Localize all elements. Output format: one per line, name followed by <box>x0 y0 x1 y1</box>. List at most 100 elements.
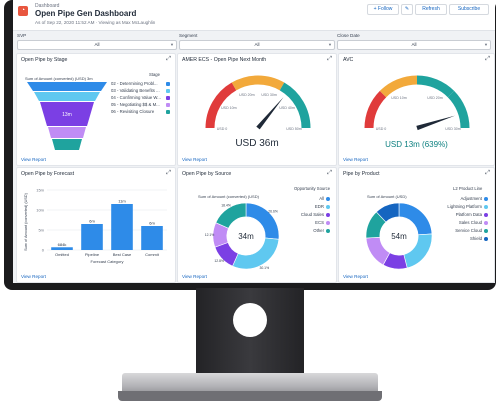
forecast-bar-chart: 0 5m 10m 15m Sum of Amount (converted) (USD)… <box>24 188 167 264</box>
view-report-link[interactable]: View Report <box>182 274 207 279</box>
funnel-segment-05[interactable] <box>48 127 86 138</box>
expand-icon[interactable]: ⤢ <box>327 170 332 177</box>
gauge-tick-label: USD 0 <box>376 127 387 131</box>
funnel-center-label: 13m <box>62 112 72 118</box>
legend-swatch <box>166 103 170 107</box>
funnel-chart: 13m <box>27 82 107 150</box>
legend-title: L2 Product Line <box>453 186 483 191</box>
card-pipe-by-product: Pipe by Product ⤢ Sum of Amount (USD) 54… <box>338 167 495 283</box>
bar[interactable] <box>111 204 133 250</box>
legend-swatch <box>484 197 488 201</box>
page-title: Open Pipe Gen Dashboard <box>35 9 137 18</box>
filter-select-svp[interactable]: All ▼ <box>17 40 177 50</box>
legend-item-label: Service Cloud <box>455 228 482 233</box>
expand-icon[interactable]: ⤢ <box>166 170 171 177</box>
gauge-tick-label: USD 0 <box>217 127 228 131</box>
gauge-arc-segment <box>447 90 470 129</box>
expand-icon[interactable]: ⤢ <box>485 56 490 63</box>
follow-button[interactable]: + Follow <box>367 4 399 15</box>
dashboard-screen: ◔ Dashboard Open Pipe Gen Dashboard As o… <box>13 0 495 283</box>
legend-swatch <box>326 221 330 225</box>
card-avc-gauge: AVC ⤢ USD 0 USD 10m USD 20m USD 30m USD 13m… <box>338 53 495 166</box>
y-axis-label: Sum of Amount (converted) (USD) <box>24 192 28 251</box>
gauge-arc-segment <box>379 75 418 98</box>
donut-slice[interactable] <box>232 237 280 270</box>
subscribe-button[interactable]: Subscribe <box>449 4 489 15</box>
gauge-tick-label: USD 20m <box>239 93 255 97</box>
funnel-segment-02[interactable] <box>27 82 107 91</box>
monitor-bezel: ◔ Dashboard Open Pipe Gen Dashboard As o… <box>4 0 496 290</box>
slice-data-label: 26.6% <box>268 210 278 214</box>
x-tick-label: Pipeline <box>85 252 100 257</box>
card-title: Pipe by Product <box>343 171 380 177</box>
slice-data-label: 12.8% <box>214 259 224 263</box>
card-open-pipe-by-stage: Open Pipe by Stage ⤢ Sum of Amount (conv… <box>16 53 176 166</box>
donut-slice[interactable] <box>403 233 433 269</box>
bar[interactable] <box>51 247 73 250</box>
view-report-link[interactable]: View Report <box>21 157 46 162</box>
expand-icon[interactable]: ⤢ <box>166 56 171 63</box>
legend-title: Opportunity Source <box>294 186 331 191</box>
dashboard-header: ◔ Dashboard Open Pipe Gen Dashboard As o… <box>13 0 495 31</box>
chevron-down-icon: ▼ <box>328 42 332 47</box>
expand-icon[interactable]: ⤢ <box>485 170 490 177</box>
y-tick-label: 0 <box>42 248 45 253</box>
donut-slice[interactable] <box>398 202 433 236</box>
avc-gauge-value: USD 13m (639%) <box>385 140 448 149</box>
filter-select-segment[interactable]: All ▼ <box>179 40 335 50</box>
legend-item-label: All <box>319 196 324 201</box>
monitor-stand-cable-hole <box>233 303 267 337</box>
header-meta: As of Sep 22, 2020 11:52 AM · Viewing as… <box>35 20 156 25</box>
gauge-tick-label: USD 20m <box>427 96 443 100</box>
bar[interactable] <box>141 226 163 250</box>
slice-data-label: 18.4% <box>221 204 231 208</box>
view-report-link[interactable]: View Report <box>343 157 368 162</box>
legend-item-label: 02 - Determining Probl... <box>111 81 158 86</box>
gauge-tick-label: USD 30m <box>261 93 277 97</box>
gauge-tick-label: USD 40m <box>279 106 295 110</box>
legend-item-label: Other <box>313 228 324 233</box>
legend-swatch <box>484 237 488 241</box>
filter-value-close-date: All <box>411 42 417 47</box>
legend-item-label: 05 - Negotiating $$ & M... <box>111 102 160 107</box>
x-tick-label: Best Case <box>113 252 132 257</box>
legend-swatch <box>484 221 488 225</box>
dashboard-app-icon: ◔ <box>18 6 28 16</box>
bar[interactable] <box>81 224 103 250</box>
view-report-link[interactable]: View Report <box>182 157 207 162</box>
view-report-link[interactable]: View Report <box>343 274 368 279</box>
legend-item-label: Platform Data <box>455 212 482 217</box>
legend-swatch <box>166 96 170 100</box>
slice-data-label: 30.1% <box>259 266 269 270</box>
chevron-down-icon: ▼ <box>170 42 174 47</box>
legend-item-label: Adjustment <box>460 196 483 201</box>
x-tick-label: Omitted <box>55 252 69 257</box>
gauge-arc-segment <box>416 75 455 98</box>
legend-item-label: ECS <box>315 220 324 225</box>
card-title: Open Pipe by Forecast <box>21 171 75 177</box>
avc-gauge: USD 0 USD 10m USD 20m USD 30m <box>364 75 470 131</box>
gauge-tick-label: USD 10m <box>221 106 237 110</box>
view-report-link[interactable]: View Report <box>21 274 46 279</box>
monitor-stand-base-edge <box>118 391 382 401</box>
edit-icon[interactable]: ✎ <box>401 4 413 15</box>
funnel-segment-03[interactable] <box>34 92 100 101</box>
legend-swatch <box>166 82 170 86</box>
bar-data-label: 11m <box>118 199 126 204</box>
funnel-segment-06[interactable] <box>52 139 82 150</box>
refresh-button[interactable]: Refresh <box>415 4 447 15</box>
legend-swatch <box>326 197 330 201</box>
y-tick-label: 10m <box>36 208 44 213</box>
card-title: Open Pipe by Stage <box>21 57 68 63</box>
gauge-arc-segment <box>231 75 285 91</box>
amer-gauge: USD 0 USD 10m USD 20m USD 30m USD 40m USD 50m <box>205 75 311 131</box>
filter-value-segment: All <box>254 42 260 47</box>
amer-gauge-value: USD 36m <box>235 138 279 149</box>
legend-swatch <box>326 205 330 209</box>
x-axis-label: Forecast Category <box>91 259 124 264</box>
filter-select-close-date[interactable]: All ▼ <box>337 40 491 50</box>
legend-swatch <box>326 229 330 233</box>
card-title: AVC <box>343 57 354 63</box>
expand-icon[interactable]: ⤢ <box>327 56 332 63</box>
card-title: Open Pipe by Source <box>182 171 232 177</box>
